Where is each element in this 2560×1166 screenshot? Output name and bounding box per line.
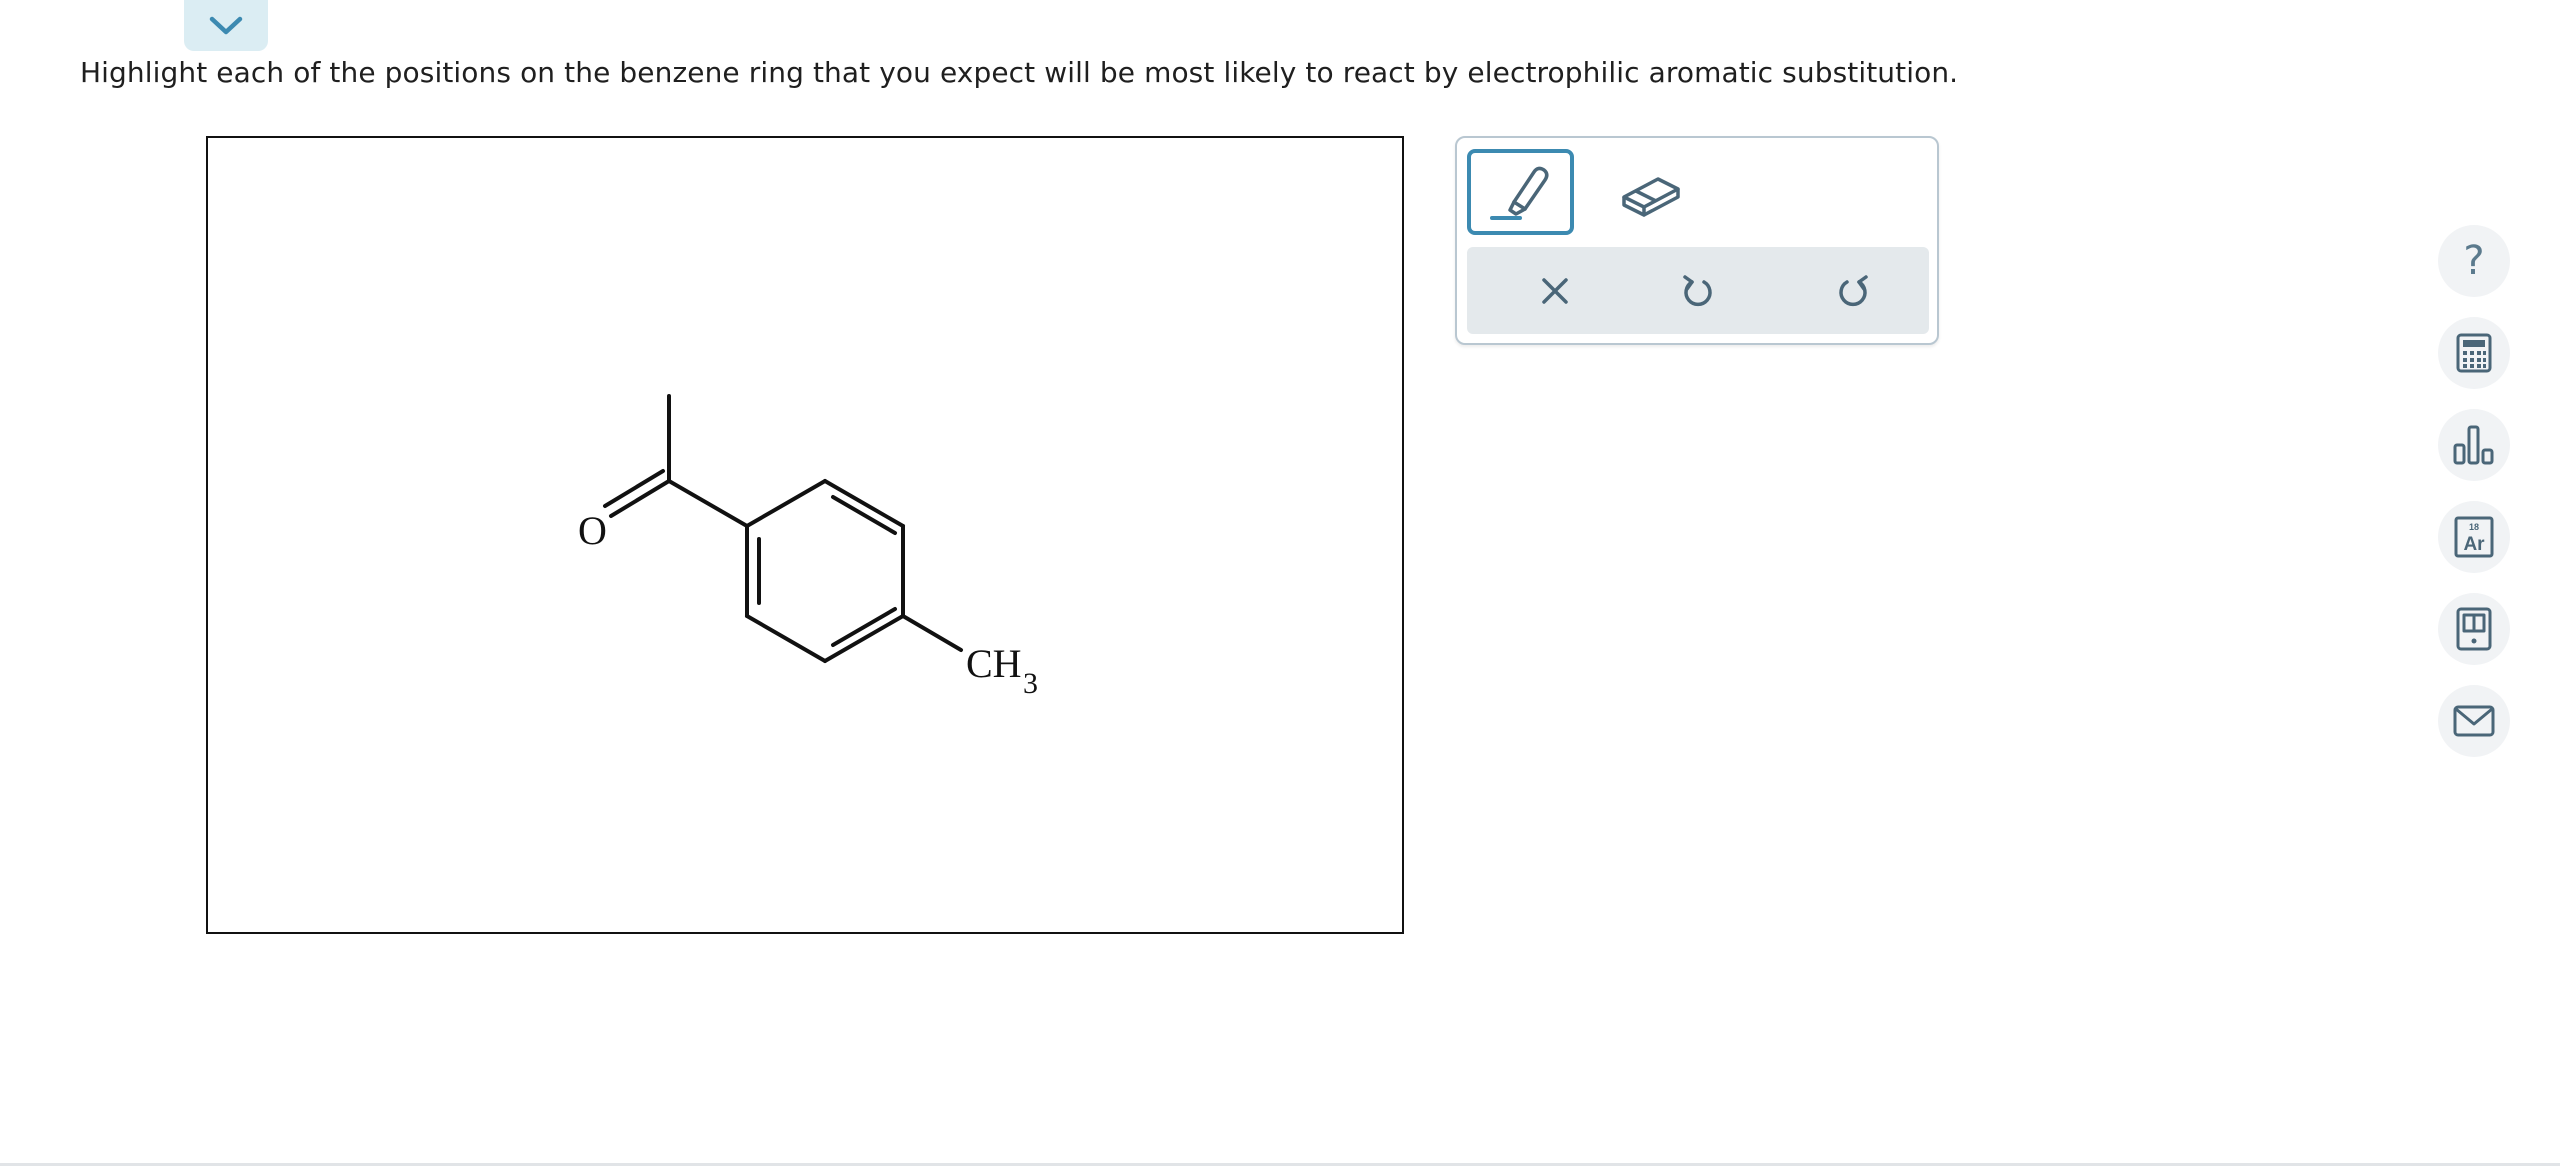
ring-bond-4[interactable] xyxy=(745,614,827,663)
ring-bond-1[interactable] xyxy=(823,479,905,528)
eraser-tool-button[interactable] xyxy=(1597,149,1704,235)
drawing-canvas[interactable]: O CH 3 xyxy=(206,136,1404,934)
methyl-subscript: 3 xyxy=(1023,667,1038,700)
ring-to-carbonyl-bond xyxy=(667,479,749,528)
eraser-icon xyxy=(1621,177,1680,217)
methyl-label: CH xyxy=(966,641,1022,686)
clear-button[interactable] xyxy=(1505,247,1605,334)
calculator-button[interactable] xyxy=(2438,317,2510,389)
highlighter-icon xyxy=(1489,166,1548,220)
undo-icon xyxy=(1683,274,1712,306)
bar-chart-icon xyxy=(2453,425,2494,465)
help-button[interactable]: ? xyxy=(2438,225,2510,297)
close-icon xyxy=(1542,277,1568,304)
mail-icon xyxy=(2453,705,2495,737)
question-prompt: Highlight each of the positions on the b… xyxy=(80,56,1959,89)
calculator-icon xyxy=(2456,333,2492,373)
periodic-table-symbol: Ar xyxy=(2463,534,2485,555)
redo-button[interactable] xyxy=(1803,247,1903,334)
chevron-down-icon xyxy=(209,16,243,34)
highlighter-tool-button[interactable] xyxy=(1467,149,1574,235)
periodic-table-number: 18 xyxy=(2469,522,2479,532)
molecule-structure: O CH 3 xyxy=(578,394,1038,700)
textbook-button[interactable] xyxy=(2438,593,2510,665)
collapse-toggle-button[interactable] xyxy=(184,0,268,51)
periodic-table-icon: 18 Ar xyxy=(2454,516,2494,558)
action-bar xyxy=(1467,247,1929,334)
message-button[interactable] xyxy=(2438,685,2510,757)
periodic-table-button[interactable]: 18 Ar xyxy=(2438,501,2510,573)
ring-bond-6[interactable] xyxy=(745,479,827,528)
ring-to-methyl-bond xyxy=(901,614,963,652)
data-button[interactable] xyxy=(2438,409,2510,481)
tool-panel xyxy=(1455,136,1939,345)
ring-bond-3[interactable] xyxy=(823,614,905,663)
redo-icon xyxy=(1839,274,1868,306)
undo-button[interactable] xyxy=(1648,247,1748,334)
book-icon xyxy=(2456,607,2492,651)
oxygen-label: O xyxy=(578,508,607,553)
help-icon: ? xyxy=(2463,238,2485,284)
